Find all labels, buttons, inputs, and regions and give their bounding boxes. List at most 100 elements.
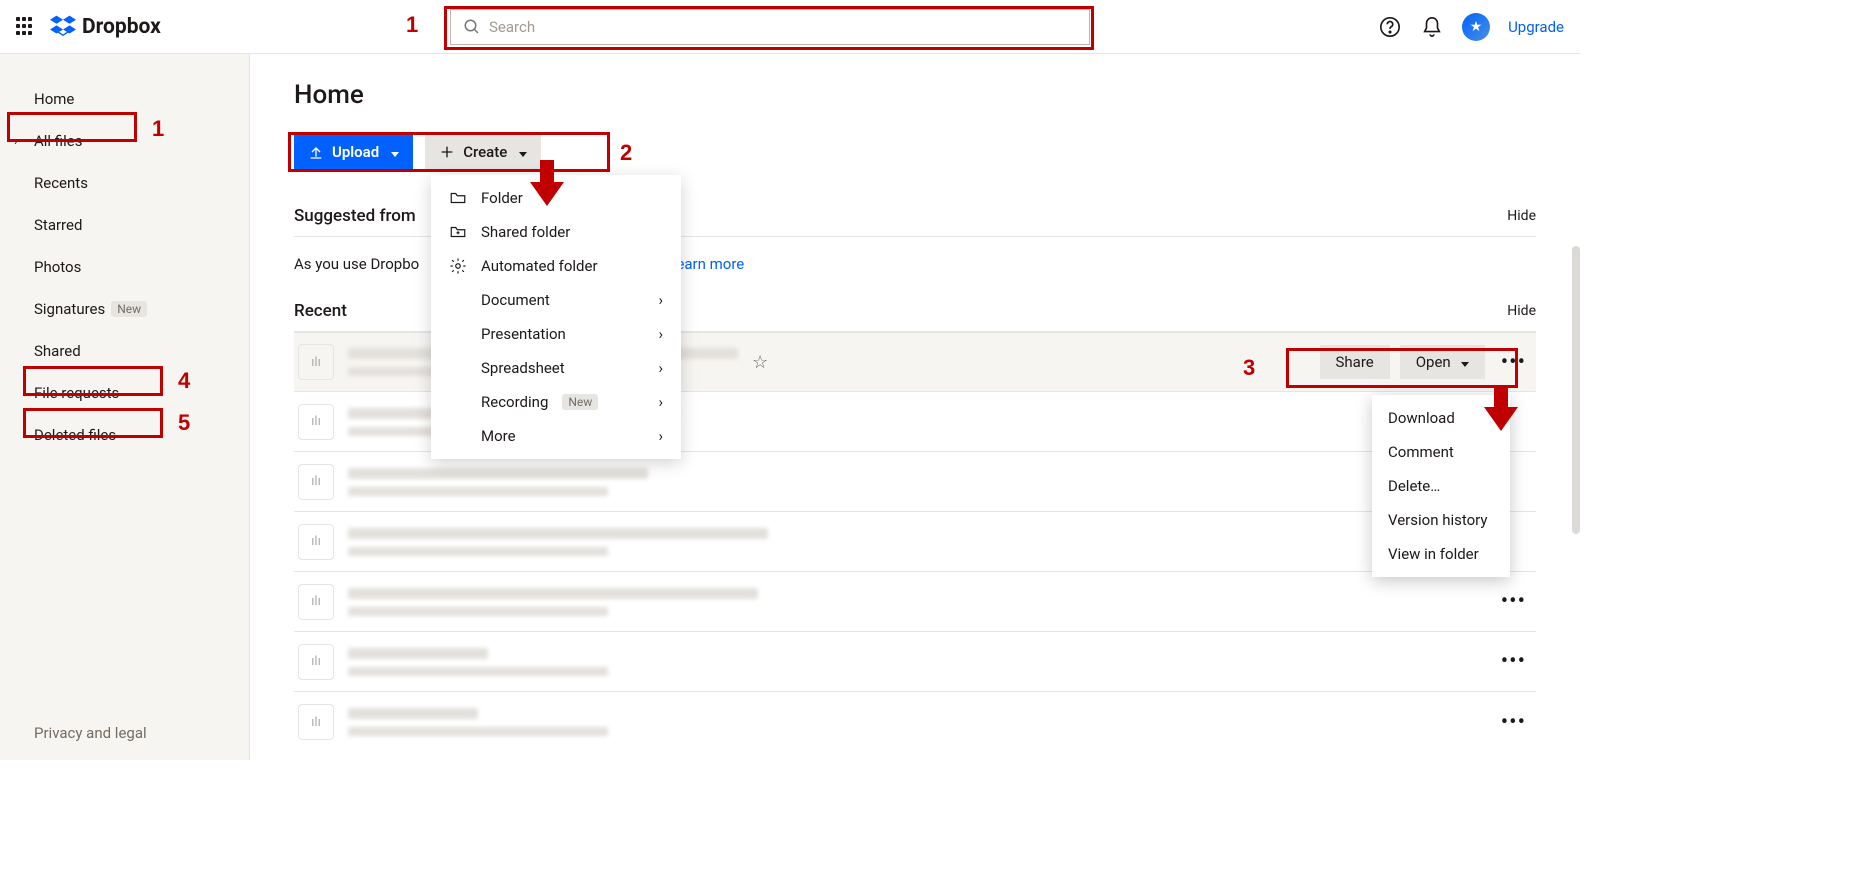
avatar[interactable] xyxy=(1462,13,1490,41)
menu-item-more[interactable]: More › xyxy=(431,419,681,453)
share-button[interactable]: Share xyxy=(1320,345,1390,379)
chevron-right-icon: › xyxy=(658,325,663,343)
privacy-link[interactable]: Privacy and legal xyxy=(34,724,147,742)
ctx-version-history[interactable]: Version history xyxy=(1372,503,1510,537)
notifications-icon[interactable] xyxy=(1420,15,1444,39)
sidebar-label: Signatures xyxy=(34,300,105,318)
menu-item-shared-folder[interactable]: Shared folder xyxy=(431,215,681,249)
ctx-view-in-folder[interactable]: View in folder xyxy=(1372,537,1510,571)
row-actions: Share Open ••• xyxy=(1320,345,1533,379)
chevron-down-icon xyxy=(387,143,399,161)
logo-text: Dropbox xyxy=(82,15,161,39)
sidebar: Home › All files Recents Starred Photos S… xyxy=(0,54,250,760)
upload-label: Upload xyxy=(332,143,379,161)
search-container xyxy=(450,9,1090,45)
sidebar-label: Recents xyxy=(34,174,88,192)
sidebar-item-all-files[interactable]: › All files xyxy=(0,120,249,162)
menu-label: Folder xyxy=(481,189,523,207)
audio-file-icon: ılı xyxy=(298,404,334,440)
hide-suggested[interactable]: Hide xyxy=(1507,208,1536,224)
recent-row[interactable]: ılı xyxy=(294,452,1536,512)
chevron-down-icon xyxy=(1457,353,1469,371)
menu-item-recording[interactable]: RecordingNew› xyxy=(431,385,681,419)
sidebar-label: Home xyxy=(34,90,74,108)
sidebar-item-shared[interactable]: Shared xyxy=(0,330,249,372)
create-label: Create xyxy=(463,143,507,161)
upgrade-link[interactable]: Upgrade xyxy=(1508,18,1564,36)
audio-file-icon: ılı xyxy=(298,704,334,740)
more-actions-icon[interactable]: ••• xyxy=(1495,350,1532,375)
top-bar: Dropbox Upgrade xyxy=(0,0,1580,54)
new-badge: New xyxy=(111,301,147,317)
sidebar-item-signatures[interactable]: Signatures New xyxy=(0,288,249,330)
chevron-right-icon: › xyxy=(14,134,18,149)
ctx-download[interactable]: Download xyxy=(1372,401,1510,435)
sidebar-item-home[interactable]: Home xyxy=(0,78,249,120)
menu-item-presentation[interactable]: Presentation › xyxy=(431,317,681,351)
suggested-heading: Suggested from xyxy=(294,206,416,226)
scrollbar[interactable] xyxy=(1572,246,1580,534)
shared-folder-icon xyxy=(449,223,467,241)
ctx-delete[interactable]: Delete… xyxy=(1372,469,1510,503)
chevron-right-icon: › xyxy=(658,359,663,377)
audio-file-icon: ılı xyxy=(298,344,334,380)
more-actions-icon[interactable]: ••• xyxy=(1495,649,1532,674)
new-badge: New xyxy=(562,394,598,410)
topbar-right: Upgrade xyxy=(1378,13,1564,41)
sidebar-label: File requests xyxy=(34,384,119,402)
sidebar-item-deleted-files[interactable]: Deleted files xyxy=(0,414,249,456)
sidebar-label: All files xyxy=(34,132,82,150)
audio-file-icon: ılı xyxy=(298,524,334,560)
audio-file-icon: ılı xyxy=(298,584,334,620)
chevron-right-icon: › xyxy=(658,427,663,445)
recent-heading: Recent xyxy=(294,301,347,321)
open-label: Open xyxy=(1416,353,1451,371)
context-menu: Download Comment Delete… Version history… xyxy=(1372,395,1510,577)
sidebar-label: Starred xyxy=(34,216,82,234)
sidebar-item-photos[interactable]: Photos xyxy=(0,246,249,288)
upload-button[interactable]: Upload xyxy=(294,134,413,170)
recent-row[interactable]: ılı ••• xyxy=(294,632,1536,692)
recent-row[interactable]: ılı ••• xyxy=(294,572,1536,632)
sidebar-item-recents[interactable]: Recents xyxy=(0,162,249,204)
upload-icon xyxy=(308,144,324,160)
menu-item-folder[interactable]: Folder xyxy=(431,181,681,215)
create-button[interactable]: Create xyxy=(425,134,541,170)
folder-icon xyxy=(449,189,467,207)
menu-item-spreadsheet[interactable]: Spreadsheet› xyxy=(431,351,681,385)
sidebar-item-starred[interactable]: Starred xyxy=(0,204,249,246)
open-button[interactable]: Open xyxy=(1400,345,1485,379)
recent-row[interactable]: ılı ••• xyxy=(294,692,1536,752)
suggested-pre: As you use Dropbo xyxy=(294,255,419,273)
search-input[interactable] xyxy=(489,18,1077,36)
menu-label: More xyxy=(481,427,516,445)
sidebar-item-file-requests[interactable]: File requests xyxy=(0,372,249,414)
plus-icon xyxy=(439,144,455,160)
menu-item-document[interactable]: Document› xyxy=(431,283,681,317)
create-menu: Folder Shared folder Automated folder Do… xyxy=(431,175,681,459)
chevron-down-icon xyxy=(515,143,527,161)
logo[interactable]: Dropbox xyxy=(50,14,161,40)
dropbox-icon xyxy=(50,14,76,40)
help-icon[interactable] xyxy=(1378,15,1402,39)
gear-icon xyxy=(449,257,467,275)
apps-grid-icon[interactable] xyxy=(16,17,36,37)
search-box[interactable] xyxy=(450,9,1090,45)
menu-item-automated-folder[interactable]: Automated folder xyxy=(431,249,681,283)
menu-label: Presentation xyxy=(481,325,566,343)
audio-file-icon: ılı xyxy=(298,464,334,500)
more-actions-icon[interactable]: ••• xyxy=(1495,710,1532,735)
hide-recent[interactable]: Hide xyxy=(1507,303,1536,319)
menu-label: Automated folder xyxy=(481,257,598,275)
sidebar-label: Photos xyxy=(34,258,81,276)
sidebar-label: Deleted files xyxy=(34,426,116,444)
menu-label: Shared folder xyxy=(481,223,570,241)
action-row: Upload Create xyxy=(294,134,1536,170)
more-actions-icon[interactable]: ••• xyxy=(1495,589,1532,614)
ctx-comment[interactable]: Comment xyxy=(1372,435,1510,469)
page-title: Home xyxy=(294,80,1536,110)
recent-row[interactable]: ılı xyxy=(294,512,1536,572)
star-icon[interactable]: ☆ xyxy=(752,352,768,373)
chevron-right-icon: › xyxy=(658,291,663,309)
menu-label: Recording xyxy=(481,393,548,411)
